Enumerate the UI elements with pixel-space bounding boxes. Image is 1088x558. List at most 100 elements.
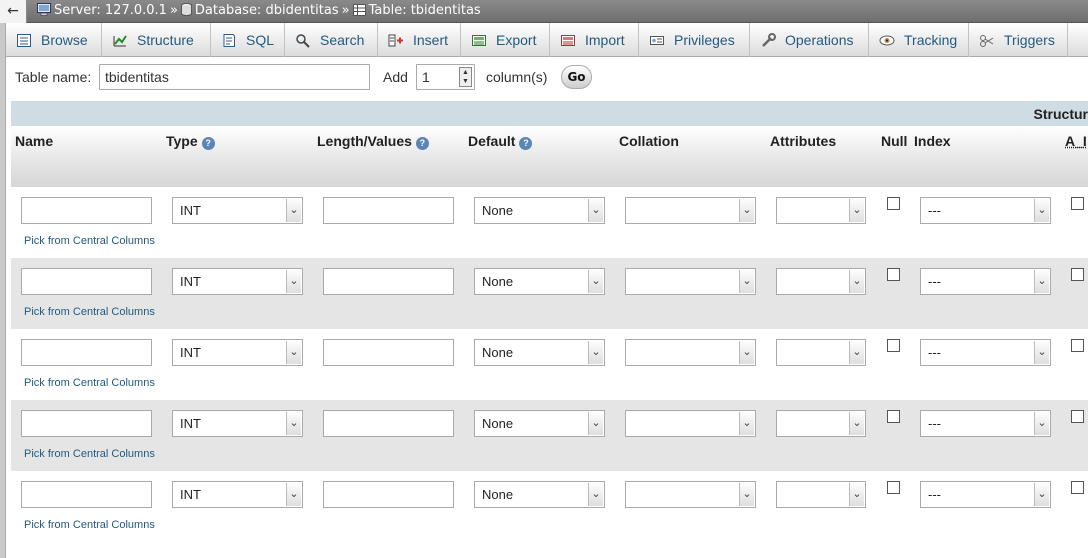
go-button[interactable]: Go (561, 65, 592, 89)
length-values-input[interactable] (323, 197, 454, 224)
pick-central-columns-link[interactable]: Pick from Central Columns (24, 448, 155, 460)
spin-down-icon[interactable]: ▼ (460, 77, 471, 86)
chevron-down-icon: ⌄ (286, 483, 301, 506)
default-select[interactable]: None ⌄ (474, 197, 605, 224)
server-icon (37, 3, 51, 16)
type-select[interactable]: INT ⌄ (172, 339, 303, 366)
tracking-icon (879, 35, 895, 46)
index-select[interactable]: --- ⌄ (920, 339, 1051, 366)
header-length-values: Length/Values? (317, 133, 429, 150)
null-checkbox[interactable] (887, 481, 900, 494)
type-select[interactable]: INT ⌄ (172, 481, 303, 508)
chevron-down-icon: ⌄ (1034, 412, 1049, 435)
number-spinner[interactable]: ▲ ▼ (459, 67, 472, 87)
column-name-input[interactable] (21, 197, 152, 224)
chevron-down-icon: ⌄ (1034, 270, 1049, 293)
breadcrumb-table[interactable]: Table: tbidentitas (352, 0, 481, 21)
columns-label: column(s) (486, 69, 548, 85)
breadcrumb-database[interactable]: Database: dbidentitas (181, 0, 339, 21)
table-name-form: Table name: tbidentitas Add 1 ▲ ▼ column(… (6, 57, 1088, 101)
chevron-down-icon: ⌄ (849, 483, 864, 506)
tab-insert[interactable]: Insert (378, 23, 461, 57)
length-values-input[interactable] (323, 410, 454, 437)
chevron-down-icon: ⌄ (739, 270, 754, 293)
attributes-select[interactable]: ⌄ (776, 339, 866, 366)
length-values-input[interactable] (323, 268, 454, 295)
help-icon[interactable]: ? (201, 137, 215, 150)
spin-up-icon[interactable]: ▲ (460, 68, 471, 77)
collation-select[interactable]: ⌄ (625, 410, 756, 437)
pick-central-columns-link[interactable]: Pick from Central Columns (24, 235, 155, 247)
collation-select[interactable]: ⌄ (625, 481, 756, 508)
tab-structure[interactable]: Structure (102, 23, 211, 57)
header-collation: Collation (619, 133, 679, 149)
auto-increment-checkbox[interactable] (1071, 410, 1084, 423)
auto-increment-checkbox[interactable] (1071, 268, 1084, 281)
breadcrumb-server[interactable]: Server: 127.0.0.1 (37, 0, 167, 21)
tab-privileges[interactable]: Privileges (639, 23, 750, 57)
header-attributes: Attributes (770, 133, 837, 149)
table-row: INT ⌄ None ⌄ ⌄ ⌄ --- ⌄ Pick from Central Co… (11, 258, 1088, 329)
index-select[interactable]: --- ⌄ (920, 481, 1051, 508)
index-select[interactable]: --- ⌄ (920, 410, 1051, 437)
column-name-input[interactable] (21, 339, 152, 366)
pick-central-columns-link[interactable]: Pick from Central Columns (24, 519, 155, 531)
pick-central-columns-link[interactable]: Pick from Central Columns (24, 306, 155, 318)
collation-select[interactable]: ⌄ (625, 268, 756, 295)
add-columns-input[interactable]: 1 ▲ ▼ (416, 64, 475, 90)
tab-operations[interactable]: Operations (750, 23, 869, 57)
attributes-select[interactable]: ⌄ (776, 197, 866, 224)
default-select[interactable]: None ⌄ (474, 410, 605, 437)
length-values-input[interactable] (323, 481, 454, 508)
chevron-down-icon: ⌄ (286, 341, 301, 364)
column-name-input[interactable] (21, 481, 152, 508)
null-checkbox[interactable] (887, 410, 900, 423)
tab-browse[interactable]: Browse (6, 23, 102, 57)
search-icon (296, 34, 310, 48)
null-checkbox[interactable] (887, 268, 900, 281)
header-name: Name (15, 133, 54, 149)
default-select[interactable]: None ⌄ (474, 339, 605, 366)
collation-select[interactable]: ⌄ (625, 339, 756, 366)
auto-increment-checkbox[interactable] (1071, 339, 1084, 352)
tab-triggers[interactable]: Triggers (969, 23, 1068, 57)
index-select[interactable]: --- ⌄ (920, 268, 1051, 295)
column-name-input[interactable] (21, 410, 152, 437)
type-select[interactable]: INT ⌄ (172, 268, 303, 295)
auto-increment-checkbox[interactable] (1071, 197, 1084, 210)
table-name-label: Table name: (15, 69, 92, 85)
auto-increment-checkbox[interactable] (1071, 481, 1084, 494)
index-select[interactable]: --- ⌄ (920, 197, 1051, 224)
chevron-down-icon: ⌄ (849, 270, 864, 293)
length-values-input[interactable] (323, 339, 454, 366)
null-checkbox[interactable] (887, 197, 900, 210)
column-name-input[interactable] (21, 268, 152, 295)
sql-icon (223, 34, 235, 47)
attributes-select[interactable]: ⌄ (776, 268, 866, 295)
insert-icon (388, 34, 403, 47)
tab-export[interactable]: Export (461, 23, 550, 57)
breadcrumb-separator: » (341, 3, 350, 18)
pick-central-columns-link[interactable]: Pick from Central Columns (24, 377, 155, 389)
operations-icon (762, 33, 776, 47)
tab-search[interactable]: Search (285, 23, 378, 57)
null-checkbox[interactable] (887, 339, 900, 352)
default-select[interactable]: None ⌄ (474, 268, 605, 295)
chevron-down-icon: ⌄ (739, 199, 754, 222)
table-row: INT ⌄ None ⌄ ⌄ ⌄ --- ⌄ Pick from Central Co… (11, 187, 1088, 258)
import-icon (561, 35, 575, 46)
type-select[interactable]: INT ⌄ (172, 197, 303, 224)
type-select[interactable]: INT ⌄ (172, 410, 303, 437)
help-icon[interactable]: ? (415, 137, 429, 150)
collation-select[interactable]: ⌄ (625, 197, 756, 224)
tab-sql[interactable]: SQL (211, 23, 285, 57)
attributes-select[interactable]: ⌄ (776, 481, 866, 508)
attributes-select[interactable]: ⌄ (776, 410, 866, 437)
chevron-down-icon: ⌄ (1034, 341, 1049, 364)
tab-tracking[interactable]: Tracking (869, 23, 969, 57)
tab-import[interactable]: Import (550, 23, 639, 57)
help-icon[interactable]: ? (519, 137, 533, 150)
back-button[interactable]: ← (0, 0, 27, 23)
default-select[interactable]: None ⌄ (474, 481, 605, 508)
table-name-input[interactable]: tbidentitas (99, 64, 370, 90)
